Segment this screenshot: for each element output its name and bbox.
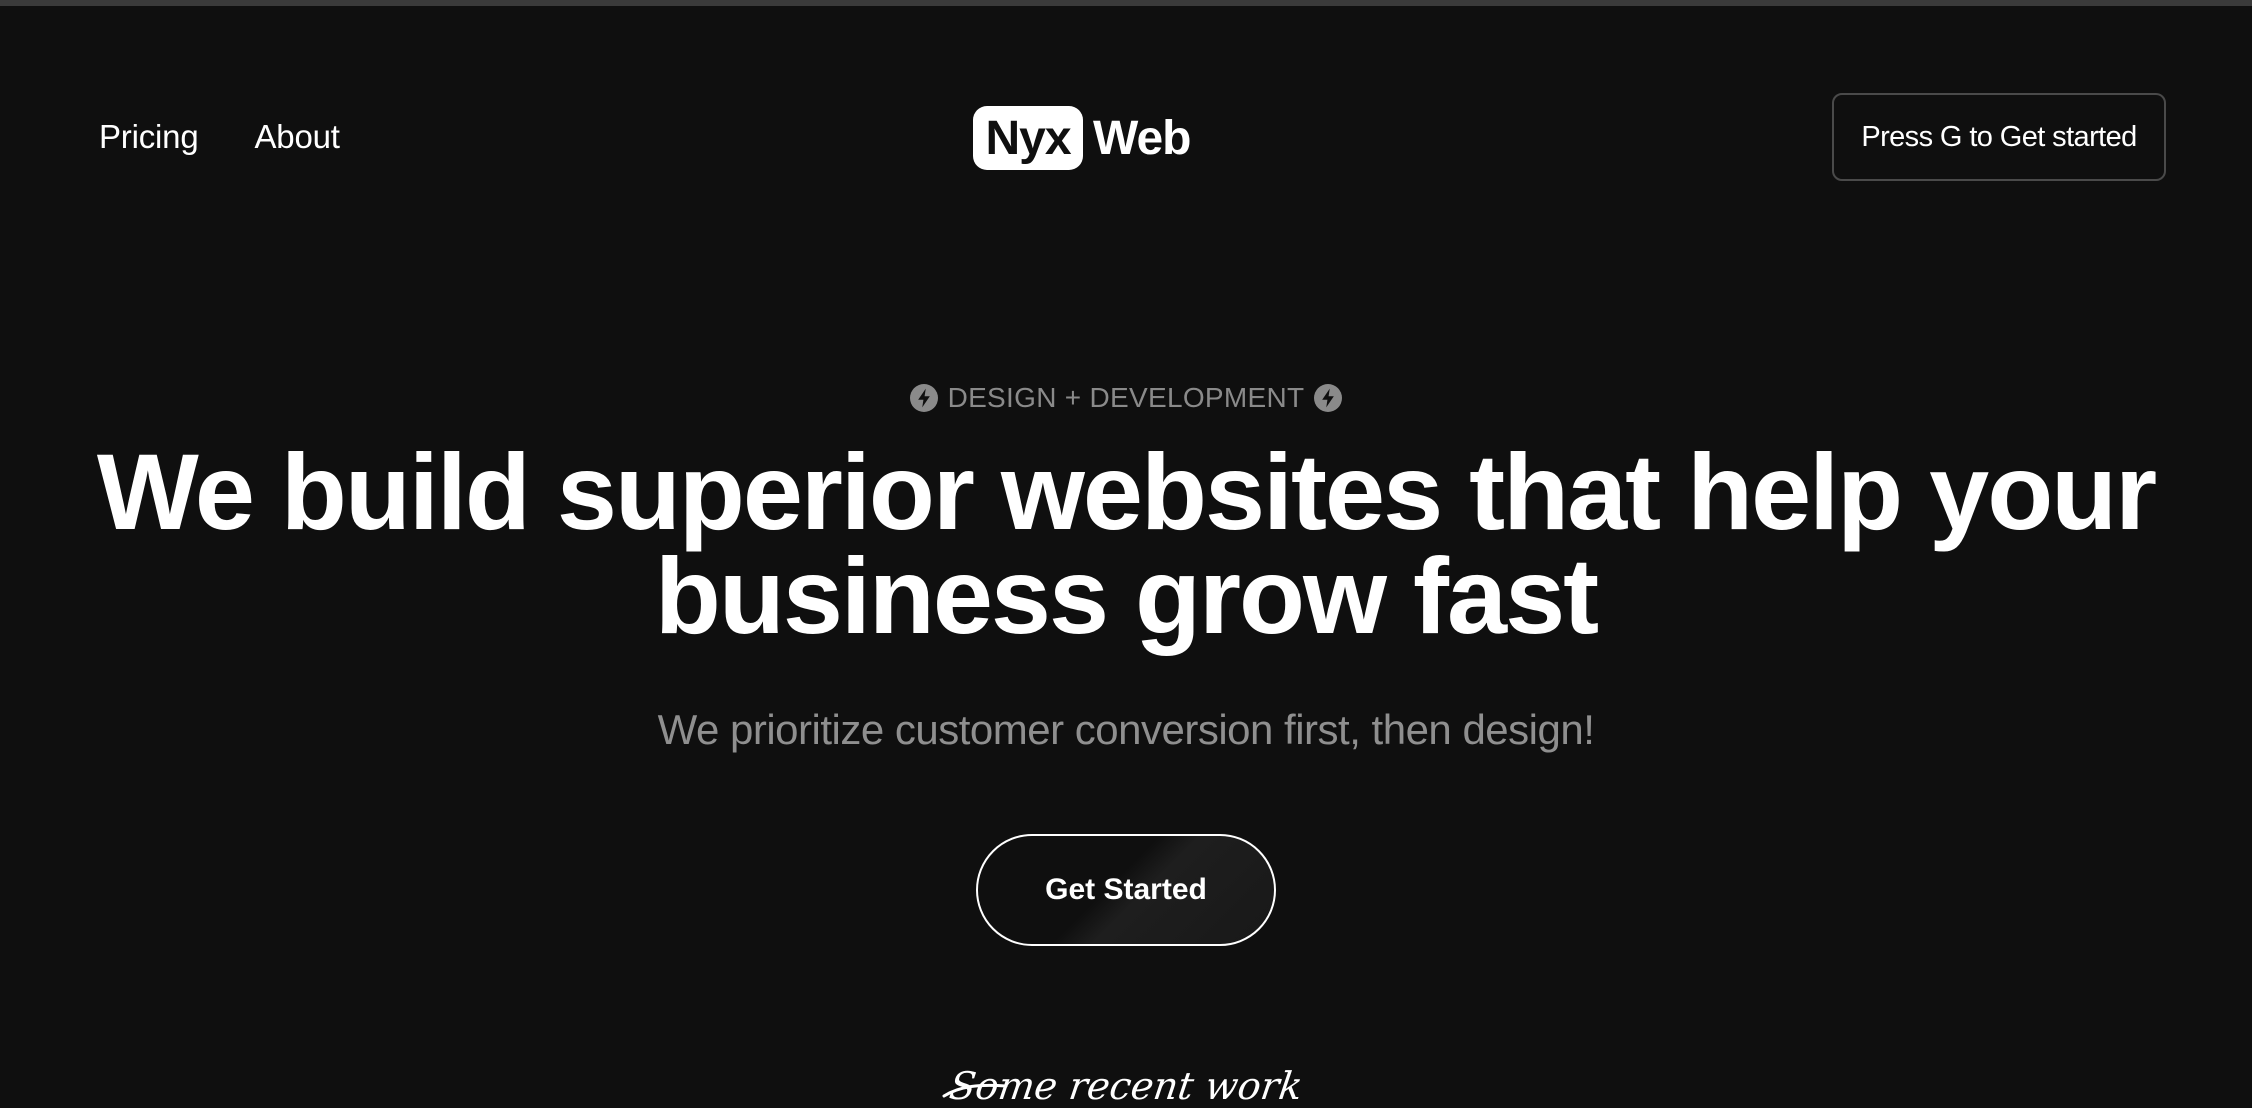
get-started-header-button[interactable]: Press G to Get started [1832, 93, 2166, 181]
site-logo[interactable]: Nyx Web [973, 106, 1191, 170]
window-top-border [0, 0, 2252, 6]
logo-badge: Nyx [973, 106, 1083, 170]
nav-link-about[interactable]: About [254, 114, 339, 160]
get-started-button[interactable]: Get Started [976, 834, 1276, 946]
hero-headline: We build superior websites that help you… [0, 438, 2252, 650]
hero-eyebrow: DESIGN + DEVELOPMENT [0, 382, 2252, 414]
lightning-bolt-icon [1314, 384, 1343, 412]
nav-link-pricing[interactable]: Pricing [99, 114, 199, 160]
eyebrow-text: DESIGN + DEVELOPMENT [947, 382, 1305, 413]
lightning-bolt-icon [909, 384, 938, 412]
logo-wordmark: Web [1093, 111, 1191, 165]
recent-work-label: Some recent work [946, 1064, 1306, 1108]
main-nav: Pricing About [99, 114, 340, 160]
headline-line-1: We build superior websites that help you… [96, 431, 2157, 552]
headline-line-2: business grow fast [654, 535, 1599, 656]
hero-subheadline: We prioritize customer conversion first,… [657, 706, 1595, 753]
